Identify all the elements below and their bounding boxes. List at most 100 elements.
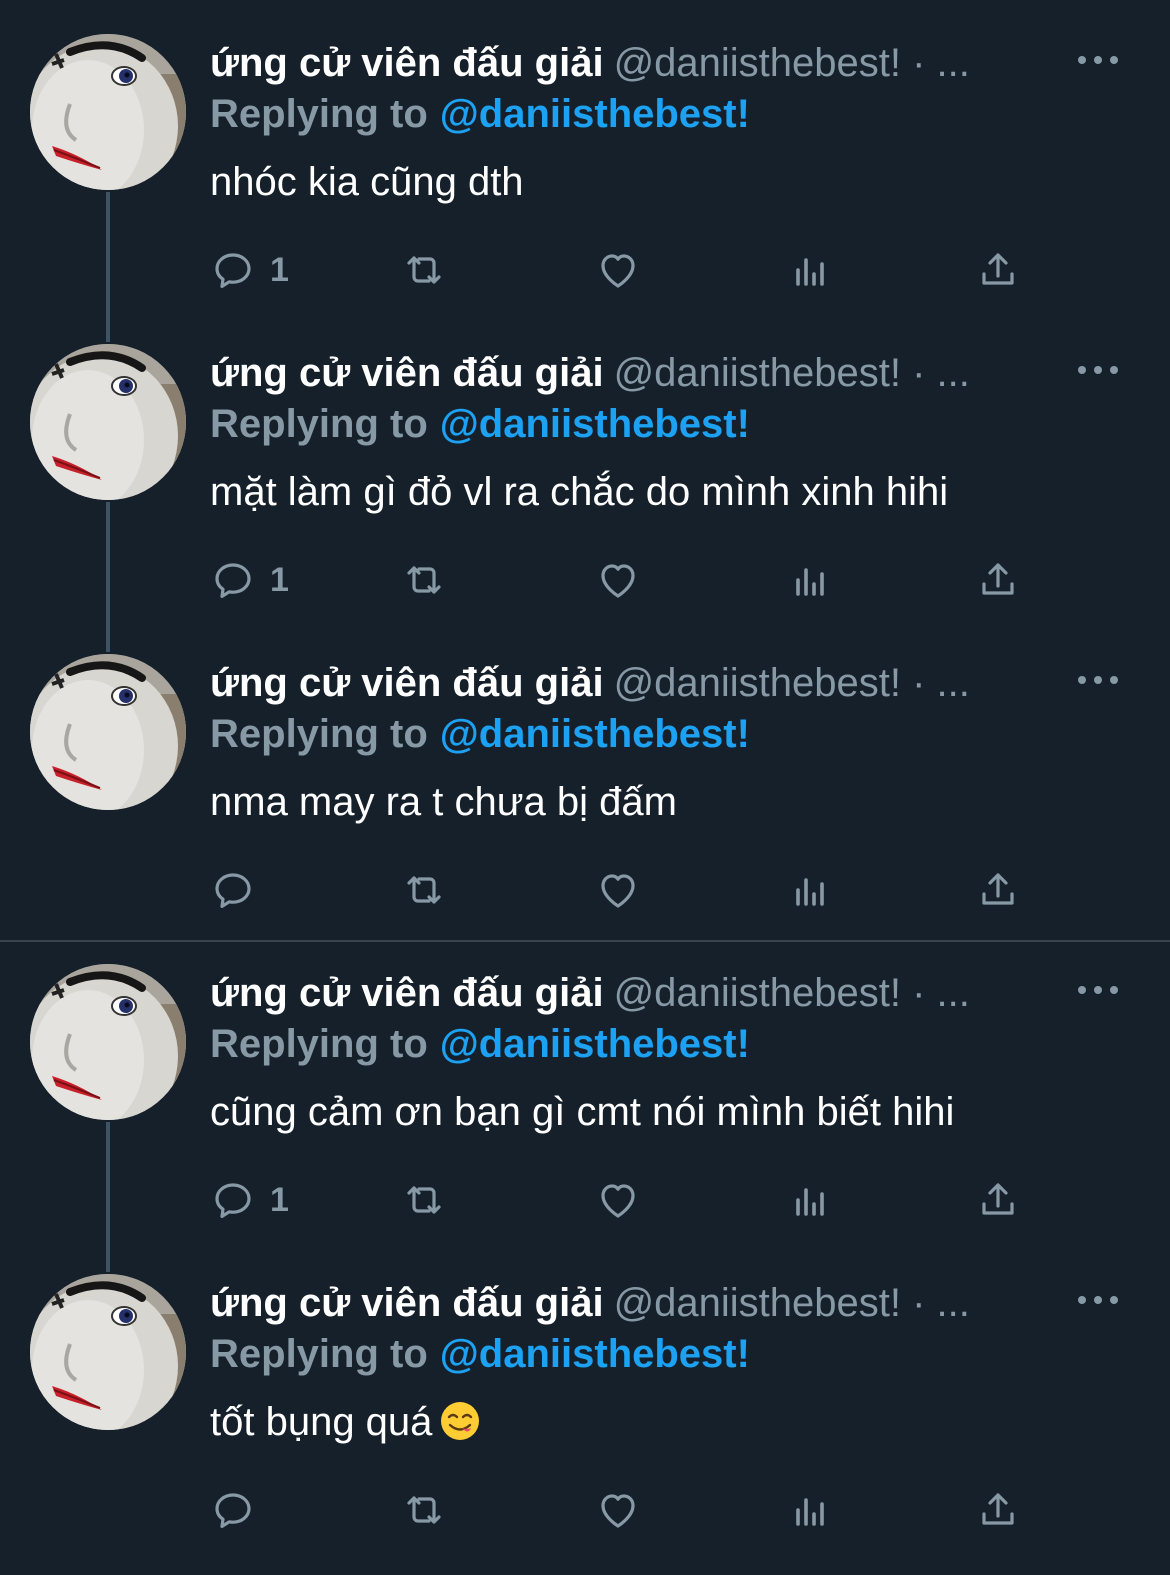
- reply-button[interactable]: 1: [210, 554, 289, 606]
- reply-count: 1: [270, 560, 289, 599]
- replying-to-handle-link[interactable]: @daniisthebest!: [440, 92, 750, 136]
- analytics-button[interactable]: [786, 1484, 834, 1536]
- replying-to-line: Replying to @daniisthebest!: [210, 90, 750, 138]
- analytics-bars-icon: [796, 258, 824, 286]
- username-handle[interactable]: @daniisthebest! · ...: [614, 41, 970, 85]
- retweet-icon: [407, 876, 441, 904]
- like-button[interactable]: [594, 864, 642, 916]
- retweet-button[interactable]: [400, 554, 448, 606]
- like-button[interactable]: [594, 1484, 642, 1536]
- replying-to-handle-link[interactable]: @daniisthebest!: [440, 1022, 750, 1066]
- share-button[interactable]: [974, 554, 1022, 606]
- tweet[interactable]: ứng cử viên đấu giải @daniisthebest! · ..…: [0, 620, 1170, 930]
- analytics-button[interactable]: [786, 554, 834, 606]
- heart-icon: [601, 254, 635, 288]
- reply-bubble-icon: [215, 1493, 251, 1528]
- retweet-button[interactable]: [400, 1484, 448, 1536]
- replying-to-handle-link[interactable]: @daniisthebest!: [440, 712, 750, 756]
- tweet-text: tốt bụng quá: [210, 1396, 480, 1448]
- more-dots-icon[interactable]: [1078, 980, 1118, 1000]
- analytics-bars-icon: [796, 1498, 824, 1526]
- reply-button[interactable]: 1: [210, 244, 289, 296]
- tweet-text-content: cũng cảm ơn bạn gì cmt nói mình biết hih…: [210, 1090, 955, 1134]
- more-dots-icon[interactable]: [1078, 50, 1118, 70]
- avatar[interactable]: [30, 344, 186, 500]
- retweet-button[interactable]: [400, 244, 448, 296]
- tweet-header: ứng cử viên đấu giải @daniisthebest! · ..…: [210, 1278, 1130, 1328]
- tweet-text: cũng cảm ơn bạn gì cmt nói mình biết hih…: [210, 1086, 954, 1138]
- username-handle[interactable]: @daniisthebest! · ...: [614, 351, 970, 395]
- display-name[interactable]: ứng cử viên đấu giải: [210, 41, 604, 85]
- share-upload-icon: [982, 1183, 1014, 1215]
- replying-to-label: Replying to: [210, 712, 428, 756]
- replying-to-handle-link[interactable]: @daniisthebest!: [440, 1332, 750, 1376]
- avatar[interactable]: [30, 654, 186, 810]
- share-button[interactable]: [974, 1174, 1022, 1226]
- share-upload-icon: [982, 1493, 1014, 1525]
- replying-to-line: Replying to @daniisthebest!: [210, 710, 750, 758]
- share-button[interactable]: [974, 1484, 1022, 1536]
- tweet-actions: [210, 1484, 1050, 1536]
- share-upload-icon: [982, 563, 1014, 595]
- analytics-button[interactable]: [786, 1174, 834, 1226]
- like-button[interactable]: [594, 554, 642, 606]
- analytics-button[interactable]: [786, 244, 834, 296]
- tweet[interactable]: ứng cử viên đấu giải @daniisthebest! · ..…: [0, 930, 1170, 1240]
- tweet-actions: 1: [210, 1174, 1050, 1226]
- display-name[interactable]: ứng cử viên đấu giải: [210, 1281, 604, 1325]
- avatar[interactable]: [30, 1274, 186, 1430]
- avatar[interactable]: [30, 34, 186, 190]
- replying-to-label: Replying to: [210, 1022, 428, 1066]
- tweet-header: ứng cử viên đấu giải @daniisthebest! · ..…: [210, 38, 1130, 88]
- reply-count: 1: [270, 250, 289, 289]
- analytics-button[interactable]: [786, 864, 834, 916]
- replying-to-line: Replying to @daniisthebest!: [210, 1020, 750, 1068]
- more-dots-icon[interactable]: [1078, 1290, 1118, 1310]
- share-button[interactable]: [974, 244, 1022, 296]
- like-button[interactable]: [594, 1174, 642, 1226]
- username-handle[interactable]: @daniisthebest! · ...: [614, 971, 970, 1015]
- tweet-header: ứng cử viên đấu giải @daniisthebest! · ..…: [210, 658, 1130, 708]
- tweet[interactable]: ứng cử viên đấu giải @daniisthebest! · ..…: [0, 310, 1170, 620]
- replying-to-label: Replying to: [210, 92, 428, 136]
- tweet[interactable]: ứng cử viên đấu giải @daniisthebest! · ..…: [0, 1240, 1170, 1575]
- username-handle[interactable]: @daniisthebest! · ...: [614, 1281, 970, 1325]
- avatar[interactable]: [30, 964, 186, 1120]
- display-name[interactable]: ứng cử viên đấu giải: [210, 351, 604, 395]
- tweet-actions: [210, 864, 1050, 916]
- display-name[interactable]: ứng cử viên đấu giải: [210, 661, 604, 705]
- tweet-text: nma may ra t chưa bị đấm: [210, 776, 677, 828]
- reply-bubble-icon: [215, 1183, 251, 1218]
- retweet-icon: [407, 256, 441, 284]
- retweet-icon: [407, 566, 441, 594]
- tweet-text-content: nma may ra t chưa bị đấm: [210, 780, 677, 824]
- retweet-button[interactable]: [400, 1174, 448, 1226]
- tweet-text-content: nhóc kia cũng dth: [210, 160, 524, 204]
- more-dots-icon[interactable]: [1078, 360, 1118, 380]
- reply-bubble-icon: [215, 563, 251, 598]
- display-name[interactable]: ứng cử viên đấu giải: [210, 971, 604, 1015]
- retweet-button[interactable]: [400, 864, 448, 916]
- share-upload-icon: [982, 253, 1014, 285]
- reply-button[interactable]: 1: [210, 1174, 289, 1226]
- replying-to-line: Replying to @daniisthebest!: [210, 1330, 750, 1378]
- analytics-bars-icon: [796, 1188, 824, 1216]
- reply-button[interactable]: [210, 864, 270, 916]
- share-button[interactable]: [974, 864, 1022, 916]
- tweet-actions: 1: [210, 244, 1050, 296]
- like-button[interactable]: [594, 244, 642, 296]
- replying-to-line: Replying to @daniisthebest!: [210, 400, 750, 448]
- username-handle[interactable]: @daniisthebest! · ...: [614, 661, 970, 705]
- heart-icon: [601, 564, 635, 598]
- retweet-icon: [407, 1496, 441, 1524]
- heart-icon: [601, 1494, 635, 1528]
- tweet[interactable]: ứng cử viên đấu giải @daniisthebest! · ..…: [0, 0, 1170, 310]
- analytics-bars-icon: [796, 878, 824, 906]
- reply-button[interactable]: [210, 1484, 270, 1536]
- replying-to-handle-link[interactable]: @daniisthebest!: [440, 402, 750, 446]
- more-dots-icon[interactable]: [1078, 670, 1118, 690]
- retweet-icon: [407, 1186, 441, 1214]
- heart-icon: [601, 874, 635, 908]
- tweet-header: ứng cử viên đấu giải @daniisthebest! · ..…: [210, 348, 1130, 398]
- replying-to-label: Replying to: [210, 1332, 428, 1376]
